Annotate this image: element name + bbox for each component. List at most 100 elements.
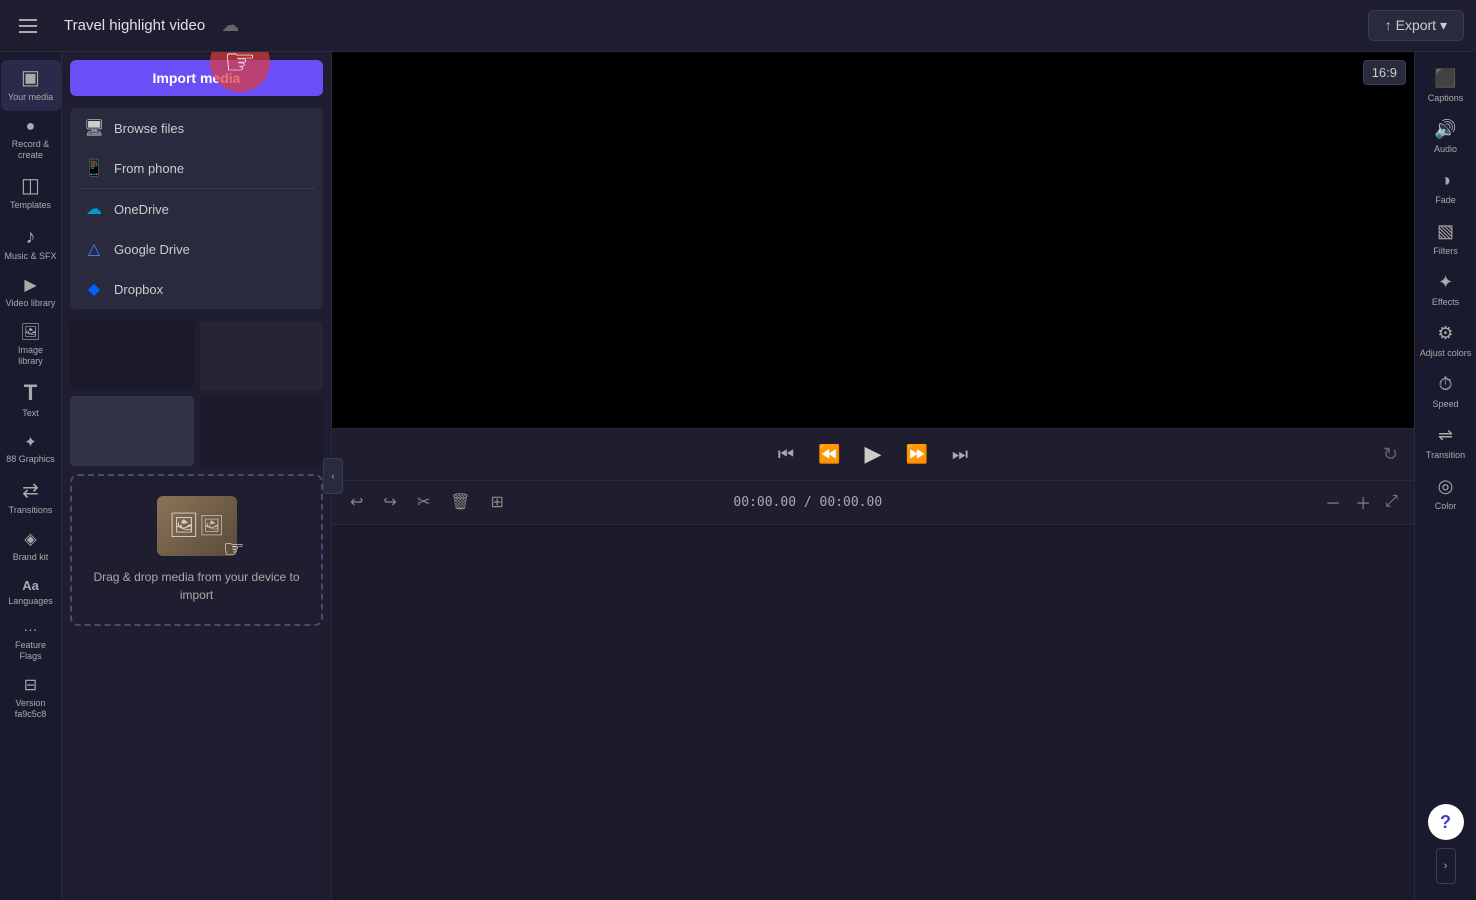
- cut-button[interactable]: ✂: [411, 488, 436, 516]
- drop-zone-thumb-wrapper: 🖼 ☞: [157, 496, 237, 556]
- sidebar-item-transitions[interactable]: ⇄ Transitions: [1, 473, 61, 524]
- image-placeholder-icon: 🖼: [169, 511, 199, 540]
- right-sidebar-collapse-button[interactable]: ›: [1436, 848, 1456, 884]
- play-button[interactable]: ▶: [861, 437, 886, 471]
- sidebar-label-version: Version fa9c5c8: [5, 698, 57, 720]
- right-item-audio[interactable]: 🔊 Audio: [1416, 111, 1476, 162]
- sidebar-label-templates: Templates: [10, 200, 51, 211]
- drop-zone[interactable]: 🖼 ☞ Drag & drop media from your device t…: [70, 474, 323, 626]
- google-drive-icon: △: [84, 239, 104, 259]
- skip-to-start-button[interactable]: ⏮: [774, 440, 798, 469]
- right-item-effects[interactable]: ✦ Effects: [1416, 264, 1476, 315]
- onedrive-icon: ☁: [84, 199, 104, 219]
- dropbox-item[interactable]: ◆ Dropbox: [70, 269, 323, 309]
- right-item-filters[interactable]: ▧ Filters: [1416, 213, 1476, 264]
- import-dropdown: 🖥 Browse files 📱 From phone ☁ OneDrive △…: [70, 108, 323, 309]
- sidebar-item-music-sfx[interactable]: ♪ Music & SFX: [1, 219, 61, 270]
- sidebar-label-music-sfx: Music & SFX: [5, 251, 57, 262]
- dropbox-icon: ◆: [84, 279, 104, 299]
- undo-button[interactable]: ↩: [344, 488, 369, 516]
- redo-button[interactable]: ↪: [377, 488, 402, 516]
- media-thumb-2[interactable]: [200, 321, 324, 390]
- preview-section: 16:9: [332, 52, 1414, 428]
- aspect-ratio-badge[interactable]: 16:9: [1363, 60, 1406, 85]
- sidebar-item-templates[interactable]: ◫ Templates: [1, 168, 61, 219]
- delete-button[interactable]: 🗑: [444, 488, 476, 516]
- captions-icon: ⬛: [1434, 68, 1456, 89]
- top-bar: Travel highlight video ☁ ↑ Export ▾: [0, 0, 1476, 52]
- timeline-area[interactable]: [332, 524, 1414, 900]
- panel-collapse-button[interactable]: ‹: [323, 458, 343, 494]
- media-panel: ☞ Import media 🖥 Browse files 📱 From pho…: [62, 52, 332, 900]
- adjust-colors-icon: ⚙: [1437, 323, 1453, 344]
- sidebar-item-languages[interactable]: Aa Languages: [1, 571, 61, 615]
- your-media-icon: ▣: [21, 68, 40, 88]
- help-button[interactable]: ?: [1428, 804, 1464, 840]
- sidebar-item-graphics[interactable]: ✦ 88 Graphics: [1, 427, 61, 473]
- sidebar-item-version[interactable]: ⊟ Version fa9c5c8: [1, 670, 61, 728]
- skip-to-end-button[interactable]: ⏭: [948, 440, 972, 469]
- zoom-in-button[interactable]: ＋: [1351, 488, 1375, 516]
- drop-zone-text: Drag & drop media from your device to im…: [92, 568, 301, 604]
- zoom-controls: － ＋ ⤢: [1321, 488, 1402, 516]
- sidebar-label-feature-flags: Feature Flags: [5, 640, 57, 662]
- import-media-button[interactable]: Import media: [70, 60, 323, 96]
- zoom-out-button[interactable]: －: [1321, 488, 1345, 516]
- right-item-speed[interactable]: ⏱ Speed: [1416, 366, 1476, 417]
- color-label: Color: [1435, 501, 1457, 511]
- music-sfx-icon: ♪: [26, 227, 36, 247]
- sidebar-item-image-library[interactable]: 🖼 Image library: [1, 317, 61, 375]
- onedrive-label: OneDrive: [114, 202, 169, 217]
- media-grid: [70, 321, 323, 466]
- sidebar-label-graphics: 88 Graphics: [6, 454, 55, 465]
- media-thumb-3[interactable]: [70, 396, 194, 465]
- captions-label: Captions: [1428, 93, 1464, 103]
- sidebar-item-text[interactable]: T Text: [1, 374, 61, 427]
- onedrive-item[interactable]: ☁ OneDrive: [70, 189, 323, 229]
- hamburger-menu[interactable]: [12, 10, 44, 42]
- frame-forward-button[interactable]: ⏩: [901, 440, 931, 469]
- sidebar-item-feature-flags[interactable]: ··· Feature Flags: [1, 614, 61, 670]
- fit-to-window-button[interactable]: ⤢: [1381, 491, 1402, 513]
- hand-drop-icon: ☞: [223, 535, 245, 564]
- effects-icon: ✦: [1438, 272, 1453, 293]
- right-item-fade[interactable]: ◑ Fade: [1416, 162, 1476, 213]
- browse-files-icon: 🖥: [84, 118, 104, 138]
- text-icon: T: [24, 382, 37, 404]
- sidebar-item-your-media[interactable]: ▣ Your media: [1, 60, 61, 111]
- sidebar-item-brand-kit[interactable]: ◈ Brand kit: [1, 524, 61, 571]
- add-track-button[interactable]: ⊞: [485, 488, 510, 516]
- sidebar-item-record-create[interactable]: ● Record & create: [1, 111, 61, 169]
- export-button[interactable]: ↑ Export ▾: [1368, 10, 1464, 41]
- time-display: 00:00.00 / 00:00.00: [733, 495, 882, 510]
- right-item-captions[interactable]: ⬛ Captions: [1416, 60, 1476, 111]
- right-item-color[interactable]: ◎ Color: [1416, 468, 1476, 519]
- timeline-toolbar: ↩ ↪ ✂ 🗑 ⊞ 00:00.00 / 00:00.00 － ＋ ⤢: [332, 480, 1414, 524]
- transitions-icon: ⇄: [22, 481, 39, 501]
- sidebar-label-brand-kit: Brand kit: [13, 552, 49, 563]
- frame-back-button[interactable]: ⏪: [814, 440, 844, 469]
- google-drive-item[interactable]: △ Google Drive: [70, 229, 323, 269]
- image-library-icon: 🖼: [20, 325, 40, 341]
- media-thumb-4[interactable]: [200, 396, 324, 465]
- audio-icon: 🔊: [1434, 119, 1456, 140]
- media-thumb-1[interactable]: [70, 321, 194, 390]
- from-phone-item[interactable]: 📱 From phone: [70, 148, 323, 188]
- refresh-icon: ↻: [1383, 444, 1398, 465]
- templates-icon: ◫: [21, 176, 40, 196]
- version-icon: ⊟: [24, 678, 37, 694]
- right-item-transition[interactable]: ⇌ Transition: [1416, 417, 1476, 468]
- sidebar-label-video-library: Video library: [6, 298, 56, 309]
- right-item-adjust-colors[interactable]: ⚙ Adjust colors: [1416, 315, 1476, 366]
- brand-kit-icon: ◈: [24, 532, 36, 548]
- transition-label: Transition: [1426, 450, 1465, 460]
- panel-content: 🖼 ☞ Drag & drop media from your device t…: [62, 313, 331, 900]
- audio-label: Audio: [1434, 144, 1457, 154]
- speed-label: Speed: [1432, 399, 1458, 409]
- browse-files-item[interactable]: 🖥 Browse files: [70, 108, 323, 148]
- record-create-icon: ●: [26, 119, 36, 135]
- transition-icon: ⇌: [1438, 425, 1453, 446]
- from-phone-label: From phone: [114, 161, 184, 176]
- sidebar-item-video-library[interactable]: ▶ Video library: [1, 270, 61, 317]
- video-controls: ⏮ ⏪ ▶ ⏩ ⏭ ↻: [332, 428, 1414, 480]
